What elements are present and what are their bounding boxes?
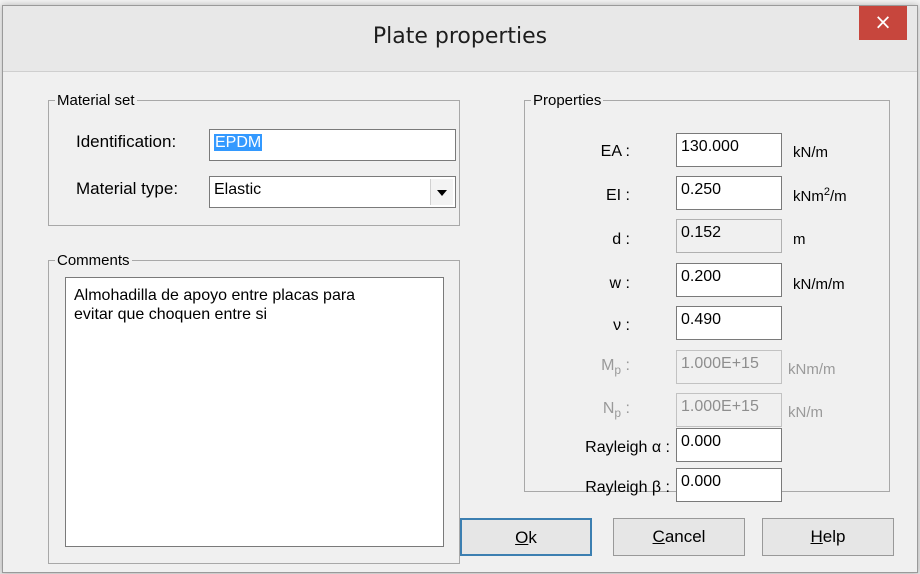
- ok-rest: k: [528, 528, 537, 547]
- dialog-title: Plate properties: [372, 24, 548, 49]
- np-label-main: N: [602, 400, 615, 417]
- w-input[interactable]: 0.200: [676, 263, 782, 297]
- mp-label-colon: :: [621, 357, 630, 374]
- d-value: 0.152: [676, 219, 782, 253]
- np-label-colon: :: [621, 400, 630, 417]
- material-type-value: Elastic: [214, 181, 262, 198]
- np-input: 1.000E+15: [676, 393, 782, 427]
- ea-label: EA :: [600, 143, 630, 160]
- comments-line-1: Almohadilla de apoyo entre placas para: [74, 287, 356, 304]
- material-set-legend: Material set: [57, 92, 135, 109]
- rayleigh-beta-label: Rayleigh β :: [585, 479, 670, 496]
- ea-unit: kN/m: [793, 144, 828, 161]
- comments-line-2: evitar que choquen entre si: [74, 306, 268, 323]
- ei-input[interactable]: 0.250: [676, 176, 782, 210]
- rayleigh-alpha-input[interactable]: 0.000: [676, 428, 782, 462]
- mp-input: 1.000E+15: [676, 350, 782, 384]
- help-rest: elp: [822, 527, 846, 546]
- help-button[interactable]: Help: [762, 518, 894, 556]
- d-label: d :: [612, 231, 630, 248]
- mp-label: Mp :: [570, 357, 630, 377]
- properties-legend: Properties: [533, 92, 602, 109]
- close-button[interactable]: ×: [859, 6, 907, 40]
- comments-legend: Comments: [57, 252, 130, 269]
- title-bar[interactable]: Plate properties ×: [3, 6, 917, 72]
- cancel-mnemonic: C: [652, 527, 665, 546]
- rayleigh-beta-input[interactable]: 0.000: [676, 468, 782, 502]
- ei-label: EI :: [605, 187, 630, 204]
- ok-mnemonic: O: [515, 528, 529, 547]
- mp-label-main: M: [601, 357, 615, 374]
- help-mnemonic: H: [810, 527, 823, 546]
- close-icon: ×: [874, 10, 892, 34]
- w-unit: kN/m/m: [793, 276, 845, 293]
- ea-input[interactable]: 130.000: [676, 133, 782, 167]
- plate-properties-dialog: Plate properties × Material set Identifi…: [2, 5, 918, 573]
- rayleigh-alpha-label: Rayleigh α :: [585, 439, 670, 456]
- np-unit: kN/m: [788, 404, 823, 421]
- mp-unit: kNm/m: [788, 361, 836, 378]
- nu-input[interactable]: 0.490: [676, 306, 782, 340]
- comments-textarea[interactable]: Almohadilla de apoyo entre placas para e…: [65, 277, 444, 547]
- identification-label: Identification:: [76, 132, 177, 151]
- cancel-rest: ancel: [664, 527, 706, 546]
- nu-label: ν :: [613, 317, 630, 334]
- dialog-body: Material set Identification: EPDM Materi…: [10, 72, 910, 566]
- material-type-label: Material type:: [76, 179, 179, 198]
- ok-button[interactable]: Ok: [460, 518, 592, 556]
- ei-unit-base: kNm: [793, 188, 824, 205]
- np-label: Np :: [570, 400, 630, 420]
- d-unit: m: [793, 231, 806, 248]
- ei-unit-tail: /m: [829, 188, 847, 205]
- identification-field[interactable]: EPDM: [209, 129, 456, 161]
- ei-unit: kNm2/m: [793, 186, 847, 205]
- cancel-button[interactable]: Cancel: [613, 518, 745, 556]
- material-type-select[interactable]: Elastic: [209, 176, 456, 208]
- identification-value: EPDM: [214, 134, 263, 151]
- chevron-down-icon[interactable]: [430, 179, 453, 205]
- w-label: w :: [609, 275, 630, 292]
